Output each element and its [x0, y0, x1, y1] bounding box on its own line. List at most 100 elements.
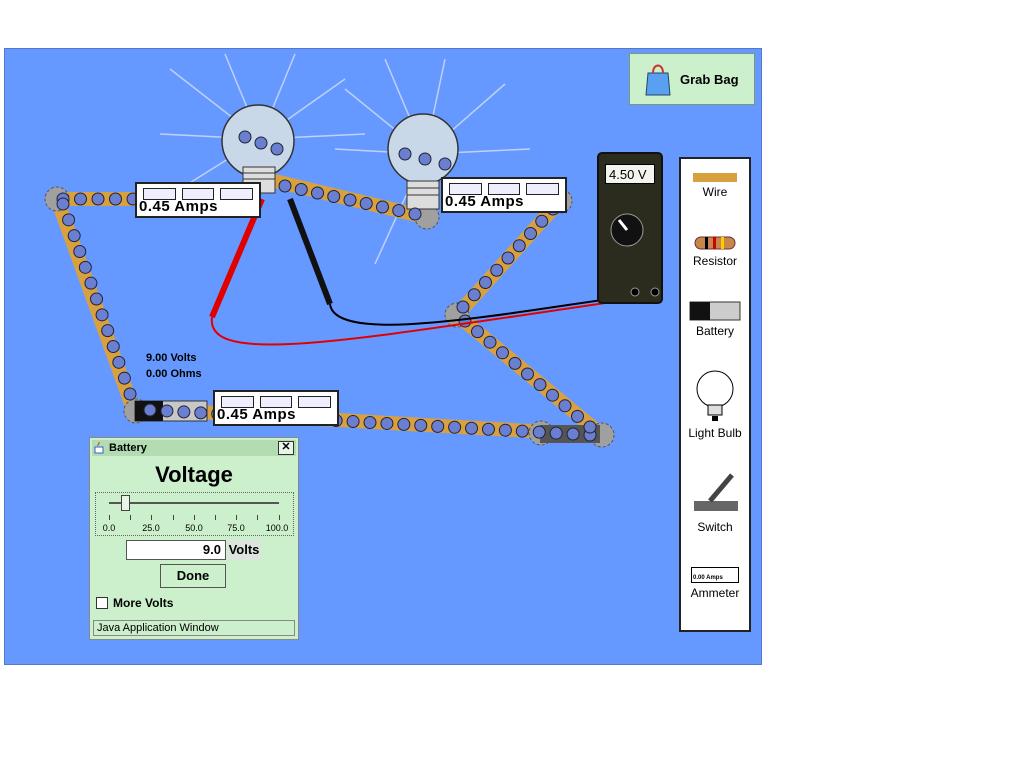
electron: [535, 214, 549, 228]
toolbox-switch-label: Switch: [697, 520, 733, 534]
slider-tick-label: 25.0: [142, 523, 160, 533]
electron: [549, 426, 563, 440]
status-bar: Java Application Window: [93, 620, 295, 636]
toolbox-resistor-label: Resistor: [692, 254, 737, 268]
electron: [343, 193, 357, 207]
electron: [90, 292, 103, 306]
electron: [278, 179, 292, 193]
electron: [194, 406, 208, 420]
slider-tick: [109, 515, 110, 520]
slider-tick: [151, 515, 152, 520]
electron: [177, 405, 191, 419]
battery-dialog: Battery ✕ Voltage 0.0 25.0 50.0 75.0 100…: [89, 437, 299, 640]
slider-tick: [173, 515, 174, 520]
more-volts-checkbox[interactable]: [96, 597, 108, 609]
electron: [448, 420, 462, 434]
electron: [238, 130, 252, 144]
electron: [101, 324, 115, 338]
electron: [524, 227, 537, 240]
ammeter-icon-reading: 0.00 Amps: [693, 575, 723, 581]
slider-track: [109, 502, 279, 504]
light-bulb-icon: [696, 370, 734, 421]
electron: [84, 276, 98, 290]
ammeter-reading: 0.45 Amps: [445, 193, 524, 210]
toolbox-light-bulb[interactable]: Light Bulb: [681, 369, 749, 440]
slider-tick: [279, 515, 280, 520]
grab-bag-button[interactable]: Grab Bag: [629, 53, 755, 105]
voltmeter-display: 4.50 V: [605, 164, 655, 184]
voltmeter-dial-icon: [610, 213, 660, 297]
voltmeter[interactable]: 4.50 V: [597, 152, 663, 304]
electron: [571, 409, 584, 423]
toolbox-wire-label: Wire: [702, 185, 728, 199]
battery-info: 9.00 Volts 0.00 Ohms: [146, 350, 202, 382]
resistor-icon: [694, 236, 736, 250]
electron: [438, 157, 452, 171]
electron: [508, 356, 522, 370]
voltage-value-field[interactable]: 9.0: [126, 540, 226, 560]
done-button[interactable]: Done: [160, 564, 226, 588]
electron: [56, 197, 70, 211]
ammeter-2[interactable]: 0.45 Amps: [441, 177, 567, 213]
toolbox-switch[interactable]: Switch: [681, 471, 749, 534]
ammeter-1[interactable]: 0.45 Amps: [135, 182, 261, 218]
toolbox-battery[interactable]: Battery: [681, 301, 749, 338]
electron: [533, 378, 547, 392]
bulb-glow-rays: [159, 53, 531, 265]
electron: [143, 403, 157, 417]
more-volts-label: More Volts: [113, 596, 174, 610]
electron: [112, 355, 126, 369]
electron: [363, 416, 377, 429]
electron: [496, 346, 509, 360]
electron: [546, 388, 559, 402]
slider-tick-label: 0.0: [102, 523, 116, 533]
electron: [583, 420, 597, 434]
electron: [380, 416, 394, 430]
slider-thumb[interactable]: [121, 495, 131, 511]
electron: [408, 207, 422, 221]
electron: [327, 190, 341, 203]
toolbox-wire[interactable]: Wire: [681, 173, 749, 199]
electron: [431, 419, 445, 433]
close-button[interactable]: ✕: [278, 441, 294, 455]
electron: [483, 335, 497, 349]
electron: [95, 308, 109, 322]
electron: [418, 152, 432, 166]
slider-tick-label: 75.0: [227, 523, 245, 533]
shopping-bag-icon: [645, 64, 671, 96]
slider-tick: [130, 515, 131, 520]
electron: [376, 200, 389, 214]
slider-tick: [215, 515, 216, 520]
electron: [346, 415, 360, 429]
electron: [532, 425, 546, 439]
toolbox-resistor[interactable]: Resistor: [681, 235, 749, 268]
slider-tick-label: 100.0: [265, 523, 289, 533]
electron: [456, 300, 470, 314]
electron: [521, 367, 534, 381]
battery-resistance-label: 0.00 Ohms: [146, 368, 202, 380]
electron: [501, 251, 515, 265]
toolbox-ammeter[interactable]: 0.00 Amps Ammeter: [681, 567, 749, 600]
electron: [479, 276, 492, 289]
electron: [566, 427, 580, 441]
electron: [359, 197, 373, 210]
ammeter-3[interactable]: 0.45 Amps: [213, 390, 339, 426]
toolbox-panel: Wire Resistor Battery Light Bulb Switch …: [679, 157, 751, 632]
electron: [311, 186, 324, 200]
more-volts-option[interactable]: More Volts: [96, 596, 173, 610]
electron: [78, 260, 92, 274]
electron: [62, 213, 76, 227]
dialog-heading: Voltage: [155, 462, 233, 487]
electron: [270, 142, 284, 156]
ammeter-reading: 0.45 Amps: [217, 406, 296, 423]
toolbox-light-bulb-label: Light Bulb: [688, 426, 742, 440]
electron: [67, 229, 81, 243]
switch-icon: [694, 473, 738, 511]
electron: [512, 239, 526, 253]
wire-icon: [693, 173, 737, 182]
slider-tick-label: 50.0: [185, 523, 203, 533]
dialog-titlebar[interactable]: Battery ✕: [92, 440, 296, 456]
voltage-slider[interactable]: 0.0 25.0 50.0 75.0 100.0: [95, 492, 294, 536]
electron: [123, 387, 137, 401]
battery-voltage-label: 9.00 Volts: [146, 352, 197, 364]
